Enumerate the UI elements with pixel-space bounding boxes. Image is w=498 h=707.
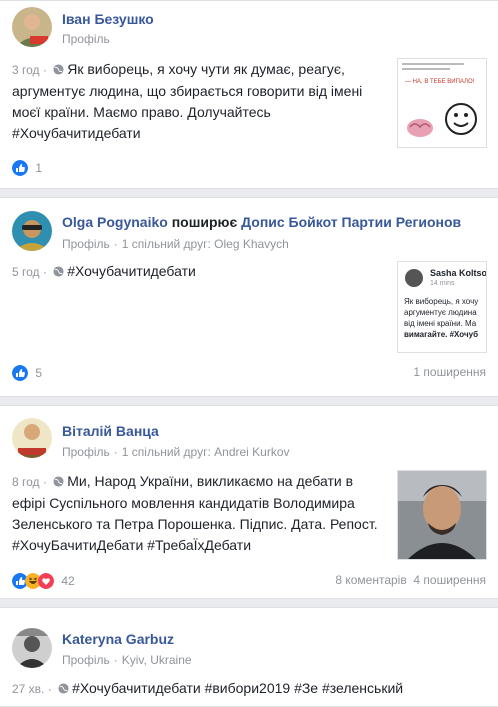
mutual-friends[interactable]: 1 спільний друг: Andrei Kurkov	[122, 445, 290, 459]
card-time: 14 mins	[430, 280, 455, 287]
globe-icon	[53, 64, 64, 75]
timestamp[interactable]: 5 год	[12, 265, 40, 279]
timestamp[interactable]: 8 год	[12, 475, 40, 489]
reactions-bar[interactable]: 1	[12, 158, 42, 176]
card-avatar	[405, 269, 423, 287]
shares-verb: поширює	[171, 214, 238, 230]
globe-icon	[53, 266, 64, 277]
text-line: Зеленського та Петра Порошенка. Підпис. …	[12, 516, 378, 532]
reactions-bar[interactable]: 42	[12, 571, 75, 589]
location[interactable]: Kyiv, Ukraine	[122, 653, 192, 667]
reaction-count: 5	[35, 365, 43, 380]
like-reaction-icon	[12, 159, 28, 176]
globe-icon	[58, 683, 69, 694]
love-reaction-icon	[38, 572, 54, 589]
avatar[interactable]	[12, 7, 52, 47]
card-author: Sasha Koltso	[430, 268, 487, 278]
like-reaction-icon	[12, 364, 28, 381]
post-text: 8 год · Ми, Народ України, викликаємо на…	[12, 473, 378, 553]
post-3: Віталій Ванца Профіль · 1 спільний друг: A…	[0, 405, 498, 599]
hashtag[interactable]: #Хочубачитидебати	[67, 263, 196, 279]
timestamp[interactable]: 27 хв.	[12, 682, 44, 696]
profile-label: Профіль	[62, 237, 110, 251]
shares-count[interactable]: 1 поширення	[413, 365, 486, 379]
text-line: ефірі Суспільного мовлення кандидатів Во…	[12, 495, 355, 511]
author-name[interactable]: Kateryna Garbuz	[62, 631, 174, 647]
card-line: Як виборець, я хочу	[404, 297, 479, 306]
post-text: 3 год · Як виборець, я хочу чути як дума…	[12, 61, 363, 141]
hashtags[interactable]: #ХочуБачитиДебати #ТребаЇхДебати	[12, 537, 251, 553]
hashtag[interactable]: #Хочубачитидебати	[12, 125, 141, 141]
author-name[interactable]: Іван Безушко	[62, 11, 154, 27]
reaction-count: 42	[61, 573, 75, 588]
reaction-count: 1	[35, 160, 43, 175]
reactions-bar[interactable]: 5	[12, 363, 42, 381]
post-1: Іван Безушко Профіль 3 год · Як виборець…	[0, 0, 498, 189]
avatar[interactable]	[12, 211, 52, 251]
post-image-thumbnail[interactable]: — НА, В ТЕБЕ ВИПАЛО!	[397, 58, 487, 148]
profile-label: Профіль	[62, 32, 110, 46]
post-image-thumbnail[interactable]	[397, 470, 487, 560]
profile-label: Профіль	[62, 653, 110, 667]
mutual-friends[interactable]: 1 спільний друг: Oleg Khavych	[122, 237, 289, 251]
thumbnail-caption: — НА, В ТЕБЕ ВИПАЛО!	[405, 79, 475, 85]
avatar[interactable]	[12, 418, 52, 458]
text-line: Як виборець, я хочу чути як думає, реагу…	[67, 61, 345, 77]
post-4: Kateryna Garbuz Профіль · Kyiv, Ukraine 27…	[0, 607, 498, 707]
comments-count[interactable]: 8 коментарів	[335, 573, 406, 587]
timestamp[interactable]: 3 год	[12, 63, 40, 77]
hashtags[interactable]: #Хочубачитидебати #вибори2019 #Зе #зелен…	[72, 680, 403, 696]
post-text: 5 год · #Хочубачитидебати	[12, 263, 196, 279]
post-text: 27 хв. · #Хочубачитидебати #вибори2019 #…	[12, 680, 404, 696]
card-line: вимагайте. #Хочуб	[404, 330, 479, 339]
post-2: Olga Pogynaiko поширює Допис Бойкот Парт…	[0, 197, 498, 397]
author-name[interactable]: Віталій Ванца	[62, 423, 159, 439]
author-name[interactable]: Olga Pogynaiko	[62, 214, 168, 230]
shared-post-link[interactable]: Допис Бойкот Партии Регионов	[241, 214, 461, 230]
text-line: моєї країни. Маємо право. Долучайтесь	[12, 104, 271, 120]
text-line: аргументує людина, що збирається говорит…	[12, 83, 363, 99]
card-line: від імені країни. Ма	[404, 319, 477, 328]
shares-count[interactable]: 4 поширення	[413, 573, 486, 587]
shared-post-card[interactable]: Sasha Koltso 14 mins Як виборець, я хочу…	[397, 261, 487, 353]
text-line: Ми, Народ України, викликаємо на дебати …	[67, 473, 354, 489]
card-line: аргументує людина	[404, 308, 477, 317]
profile-label: Профіль	[62, 445, 110, 459]
avatar[interactable]	[12, 628, 52, 668]
globe-icon	[53, 476, 64, 487]
